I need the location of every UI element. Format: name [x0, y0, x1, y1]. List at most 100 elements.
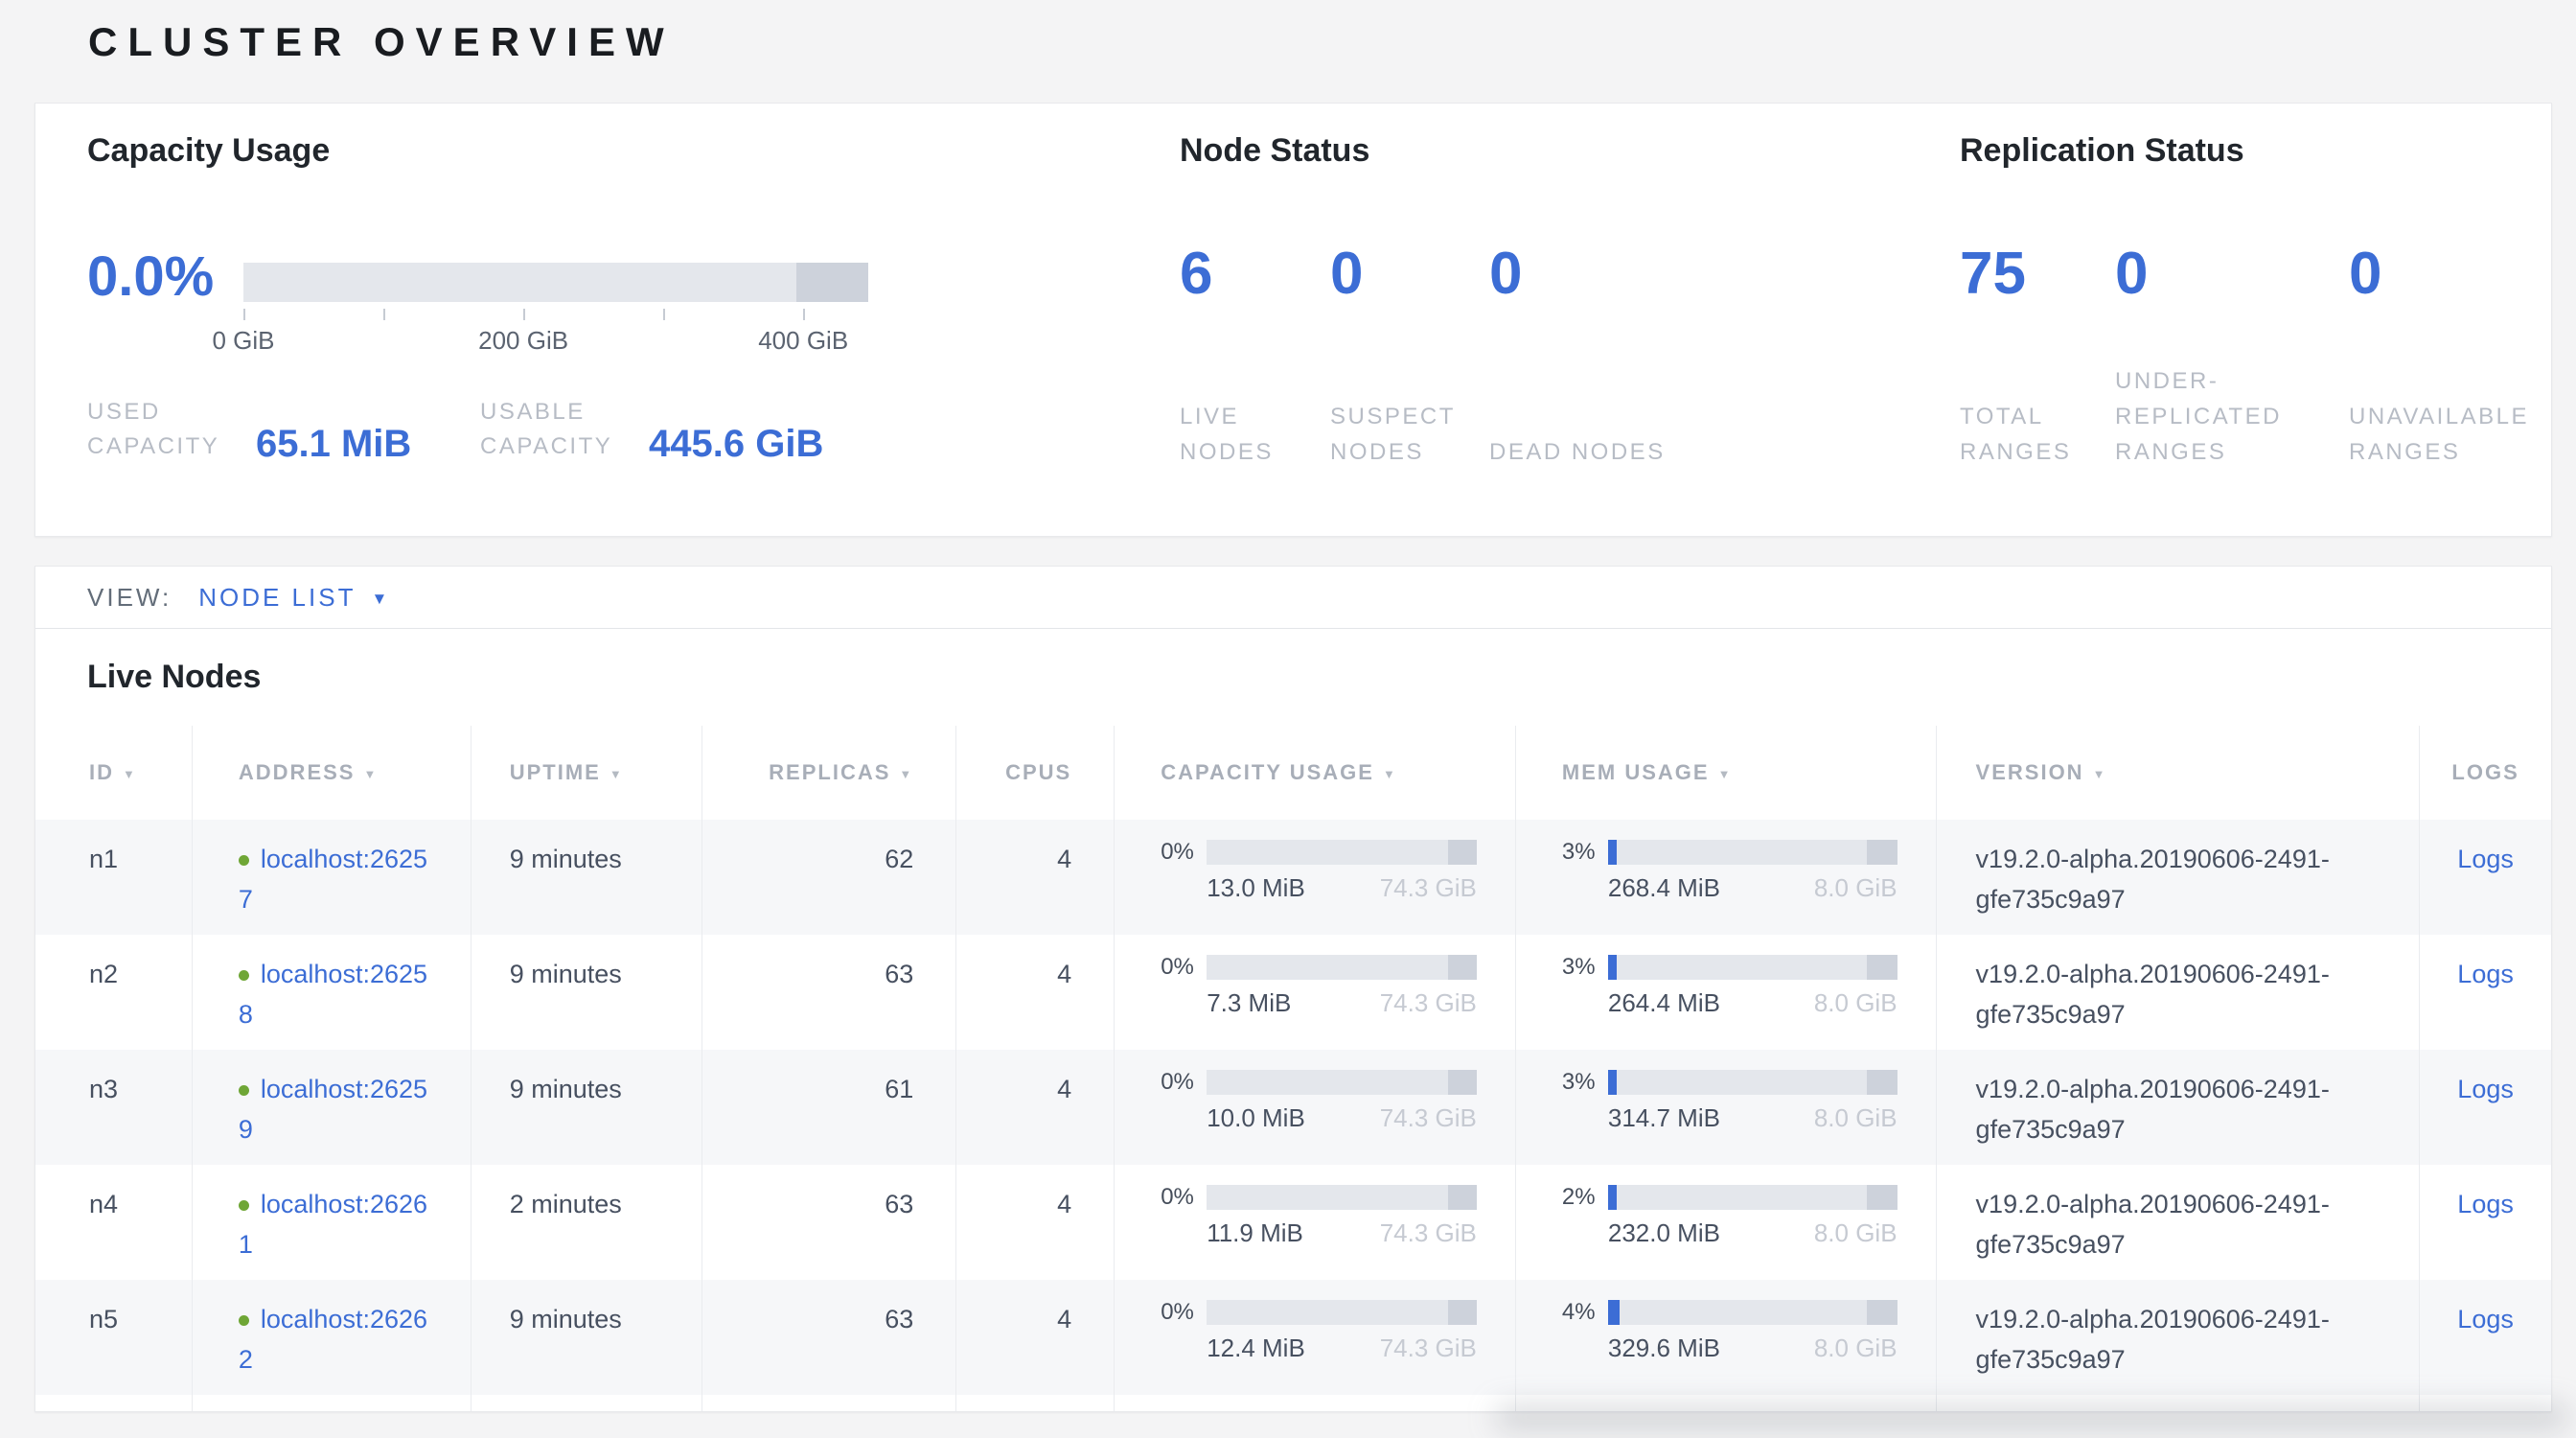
logs-link[interactable]: Logs [2457, 1075, 2514, 1103]
capacity-usage-cell: 0% 7.3 MiB 74.3 GiB [1115, 935, 1516, 1050]
summary-card: Capacity Usage 0.0% 0 GiB 200 GiB 400 Gi… [34, 103, 2552, 537]
capacity-total-value: 74.3 GiB [1380, 1218, 1477, 1247]
mem-usage-cell: 3% 264.4 MiB 8.0 GiB [1516, 935, 1937, 1050]
capacity-bar [1207, 1185, 1477, 1210]
view-dropdown-value: NODE LIST [198, 583, 356, 613]
capacity-percent: 0% [1161, 839, 1199, 866]
mem-bar-end-segment [1867, 1185, 1898, 1210]
sort-desc-icon: ▼ [363, 767, 378, 781]
uptime-cell: 9 minutes [472, 935, 702, 1050]
column-header-capacity-usage[interactable]: CAPACITY USAGE ▼ [1115, 726, 1516, 820]
logs-link[interactable]: Logs [2457, 1305, 2514, 1334]
capacity-bar-end-segment [1448, 840, 1477, 865]
column-header-label: LOGS [2451, 760, 2518, 785]
column-header-id[interactable]: ID ▼ [35, 726, 193, 820]
version-cell: v19.2.0-alpha.20190606-2491-gfe735c9a97 [1937, 1280, 2421, 1395]
sort-desc-icon: ▼ [1383, 767, 1397, 781]
cpus-cell: 4 [956, 1165, 1115, 1280]
mem-bar-end-segment [1867, 1300, 1898, 1325]
column-header-mem-usage[interactable]: MEM USAGE ▼ [1516, 726, 1937, 820]
usable-capacity-stat: USABLE CAPACITY 445.6 GiB [480, 395, 823, 464]
logs-cell: Logs [2420, 935, 2551, 1050]
mem-bar [1608, 1300, 1898, 1325]
node-id-cell: n5 [35, 1280, 193, 1395]
table-header-row: ID ▼ ADDRESS ▼ UPTIME ▼ REPLICAS ▼ CPUS … [35, 726, 2551, 820]
mem-bar-fill [1608, 1300, 1620, 1325]
dead-nodes-count: 0 [1489, 238, 1710, 311]
logs-link[interactable]: Logs [2457, 1190, 2514, 1218]
mem-usage-cell: 3% 314.7 MiB 8.0 GiB [1516, 1050, 1937, 1165]
mem-bar [1608, 1185, 1898, 1210]
usable-capacity-label: USABLE CAPACITY [480, 395, 645, 464]
capacity-usage-cell: 0% 13.0 MiB 74.3 GiB [1115, 820, 1516, 935]
mem-bar [1608, 1070, 1898, 1095]
sort-desc-icon: ▼ [2093, 767, 2107, 781]
capacity-bar-end-segment [1448, 955, 1477, 980]
column-header-logs: LOGS [2420, 726, 2551, 820]
capacity-usage-title: Capacity Usage [87, 132, 330, 170]
total-ranges-count: 75 [1960, 238, 2115, 311]
mem-percent: 2% [1562, 1184, 1600, 1211]
capacity-total-value: 74.3 GiB [1380, 1334, 1477, 1362]
mem-used-value: 264.4 MiB [1608, 988, 1720, 1017]
node-status-values: 6 0 0 [1180, 238, 1710, 311]
column-header-version[interactable]: VERSION ▼ [1937, 726, 2421, 820]
cluster-overview-page: CLUSTER OVERVIEW Capacity Usage 0.0% 0 G… [0, 0, 2576, 1438]
sort-desc-icon: ▼ [899, 767, 913, 781]
node-id-cell: n1 [35, 820, 193, 935]
axis-tick [243, 309, 245, 320]
capacity-gauge-track [243, 263, 868, 302]
view-dropdown[interactable]: NODE LIST ▼ [198, 583, 387, 613]
table-row: n1 localhost:26257 9 minutes 62 4 0% 13.… [35, 820, 2551, 935]
live-status-icon [239, 970, 249, 981]
capacity-used-value: 7.3 MiB [1207, 988, 1291, 1017]
capacity-used-value: 13.0 MiB [1207, 873, 1305, 902]
mem-percent: 3% [1562, 954, 1600, 981]
under-replicated-ranges-count: 0 [2115, 238, 2349, 311]
mem-bar-fill [1608, 955, 1617, 980]
capacity-usage-cell: 0% 11.9 MiB 74.3 GiB [1115, 1165, 1516, 1280]
sort-desc-icon: ▼ [610, 767, 624, 781]
node-address-link[interactable]: localhost:26262 [239, 1305, 427, 1374]
node-address-cell: localhost:26262 [193, 1280, 472, 1395]
logs-link[interactable]: Logs [2457, 960, 2514, 988]
capacity-used-percent: 0.0% [87, 244, 214, 311]
mem-total-value: 8.0 GiB [1814, 1103, 1898, 1132]
mem-bar-end-segment [1867, 1070, 1898, 1095]
axis-tick [803, 309, 805, 320]
logs-link[interactable]: Logs [2457, 845, 2514, 873]
mem-usage-cell: 2% 232.0 MiB 8.0 GiB [1516, 1165, 1937, 1280]
node-address-cell: localhost:26259 [193, 1050, 472, 1165]
table-row: n4 localhost:26261 2 minutes 63 4 0% 11.… [35, 1165, 2551, 1280]
node-address-link[interactable]: localhost:26257 [239, 845, 427, 914]
capacity-stats: USED CAPACITY 65.1 MiB USABLE CAPACITY 4… [87, 395, 950, 472]
node-address-link[interactable]: localhost:26261 [239, 1190, 427, 1259]
view-bar: VIEW: NODE LIST ▼ [35, 567, 2551, 629]
capacity-bar [1207, 1300, 1477, 1325]
mem-used-value: 329.6 MiB [1608, 1334, 1720, 1362]
total-ranges-label: TOTAL RANGES [1960, 399, 2115, 470]
column-header-uptime[interactable]: UPTIME ▼ [472, 726, 702, 820]
column-header-replicas[interactable]: REPLICAS ▼ [702, 726, 957, 820]
mem-used-value: 268.4 MiB [1608, 873, 1720, 902]
cpus-cell: 4 [956, 1050, 1115, 1165]
axis-tick-label: 400 GiB [758, 326, 848, 356]
table-row: n3 localhost:26259 9 minutes 61 4 0% 10.… [35, 1050, 2551, 1165]
node-address-link[interactable]: localhost:26258 [239, 960, 427, 1029]
column-header-label: ADDRESS [239, 760, 356, 785]
mem-usage-cell: 4% 329.6 MiB 8.0 GiB [1516, 1280, 1937, 1395]
suspect-nodes-label: SUSPECT NODES [1330, 399, 1489, 470]
mem-percent: 3% [1562, 1069, 1600, 1096]
mem-total-value: 8.0 GiB [1814, 1334, 1898, 1362]
column-header-address[interactable]: ADDRESS ▼ [193, 726, 472, 820]
live-nodes-count: 6 [1180, 238, 1330, 311]
column-header-label: MEM USAGE [1562, 760, 1710, 785]
mem-bar-end-segment [1867, 840, 1898, 865]
capacity-total-value: 74.3 GiB [1380, 873, 1477, 902]
node-address-link[interactable]: localhost:26259 [239, 1075, 427, 1144]
capacity-gauge-end-segment [796, 263, 868, 302]
node-status-labels: LIVE NODES SUSPECT NODES DEAD NODES [1180, 370, 1710, 470]
capacity-bar [1207, 955, 1477, 980]
column-header-label: VERSION [1976, 760, 2084, 785]
capacity-used-value: 11.9 MiB [1207, 1218, 1303, 1247]
